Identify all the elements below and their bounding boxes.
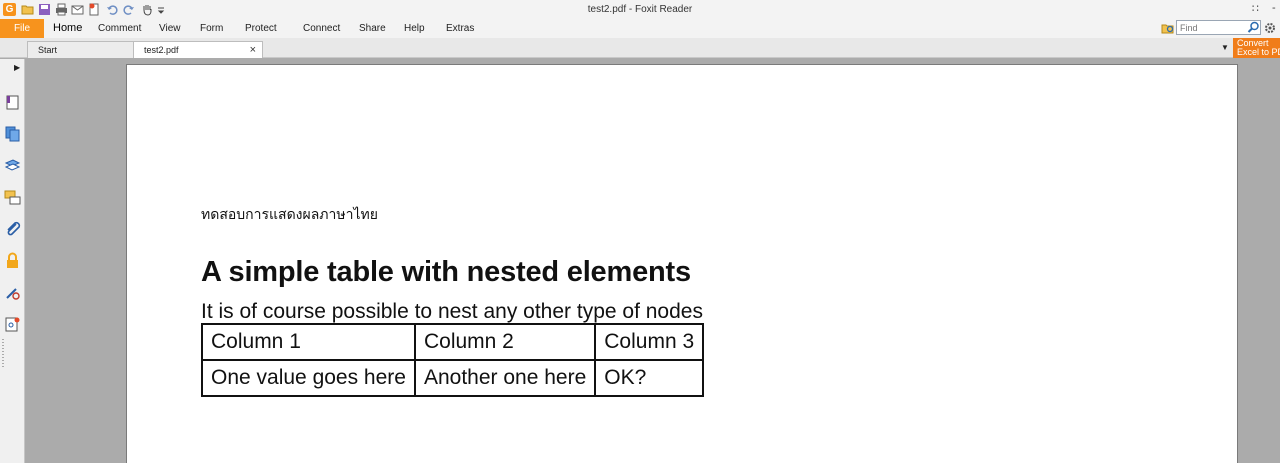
file-menu[interactable]: File xyxy=(0,19,44,38)
document-viewport[interactable]: ทดสอบการแสดงผลภาษาไทย A simple table wit… xyxy=(26,59,1280,463)
attachments-icon[interactable] xyxy=(4,220,21,237)
table-cell: One value goes here xyxy=(201,359,416,397)
security-icon[interactable] xyxy=(4,252,21,269)
table-row: One value goes here Another one here OK? xyxy=(201,359,705,397)
signature-icon[interactable] xyxy=(4,284,21,301)
table-cell: Column 2 xyxy=(413,323,597,361)
close-icon[interactable]: × xyxy=(250,42,256,58)
document-heading: A simple table with nested elements xyxy=(201,256,691,288)
tab-list-dropdown-icon[interactable]: ▼ xyxy=(1221,43,1229,52)
menu-view[interactable]: View xyxy=(159,19,181,38)
ribbon-menu: File Home Comment View Form Protect Conn… xyxy=(0,19,1280,38)
document-subtext: It is of course possible to nest any oth… xyxy=(201,300,703,323)
layout-icon[interactable]: ∷ xyxy=(1252,2,1259,15)
layers-icon[interactable] xyxy=(4,157,21,174)
pdf-page: ทดสอบการแสดงผลภาษาไทย A simple table wit… xyxy=(126,64,1238,463)
convert-line2: Excel to PDF xyxy=(1237,47,1280,57)
window-title: test2.pdf - Foxit Reader xyxy=(587,4,693,15)
table-row: Column 1 Column 2 Column 3 xyxy=(201,323,705,361)
document-table: Column 1 Column 2 Column 3 One value goe… xyxy=(201,323,705,397)
tab-start-label: Start xyxy=(38,45,58,55)
tab-start[interactable]: Start xyxy=(27,41,137,58)
panel-resize-grip[interactable] xyxy=(2,339,4,369)
comments-icon[interactable] xyxy=(4,189,21,206)
menu-connect[interactable]: Connect xyxy=(303,19,340,38)
menu-extras[interactable]: Extras xyxy=(446,19,474,38)
minimize-icon[interactable]: - xyxy=(1272,2,1276,14)
title-bar: G test2.pdf - Foxit Reader ∷ - xyxy=(0,0,1280,19)
pages-icon[interactable] xyxy=(4,125,21,142)
tab-test2-pdf[interactable]: test2.pdf × xyxy=(133,41,263,58)
gear-icon[interactable] xyxy=(1263,21,1277,35)
navigation-panel: ▶ xyxy=(0,59,25,463)
menu-home[interactable]: Home xyxy=(53,19,82,38)
thai-text-line: ทดสอบการแสดงผลภาษาไทย xyxy=(201,207,378,223)
table-cell: Column 1 xyxy=(201,323,416,361)
document-tabs: Start test2.pdf × ▼ Convert Excel to PDF xyxy=(0,38,1280,58)
menu-protect[interactable]: Protect xyxy=(245,19,277,38)
table-cell: OK? xyxy=(594,359,705,397)
certificate-icon[interactable] xyxy=(4,316,21,333)
bookmark-icon[interactable] xyxy=(4,94,21,111)
find-folder-icon[interactable] xyxy=(1161,21,1175,35)
search-icon[interactable] xyxy=(1247,21,1260,34)
menu-comment[interactable]: Comment xyxy=(98,19,141,38)
tab-test2-label: test2.pdf xyxy=(144,45,179,55)
table-cell: Another one here xyxy=(413,359,597,397)
table-cell: Column 3 xyxy=(594,323,705,361)
menu-help[interactable]: Help xyxy=(404,19,425,38)
menu-form[interactable]: Form xyxy=(200,19,223,38)
convert-excel-to-pdf-button[interactable]: Convert Excel to PDF xyxy=(1233,38,1280,58)
expand-panel-icon[interactable]: ▶ xyxy=(14,63,20,72)
menu-share[interactable]: Share xyxy=(359,19,386,38)
